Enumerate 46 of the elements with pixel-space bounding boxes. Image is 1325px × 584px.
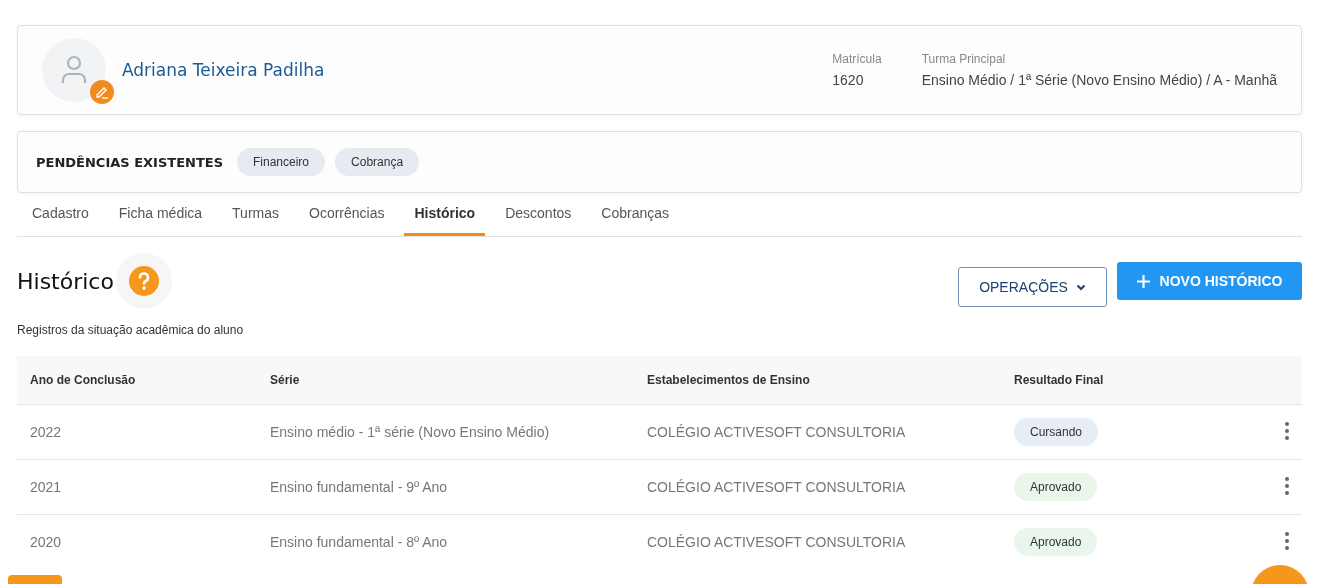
school-cell: COLÉGIO ACTIVESOFT CONSULTORIA [634,514,1001,569]
chevron-down-icon [1075,283,1086,291]
grade-cell: Ensino fundamental - 9º Ano [257,459,634,515]
section-subtitle: Registros da situação acadêmica do aluno [17,323,245,337]
kebab-icon [1285,421,1289,440]
edit-photo-button[interactable] [90,80,114,104]
result-badge: Cursando [1014,418,1099,446]
field-value: Ensino Médio / 1ª Série (Novo Ensino Médio) / A - Manhã [921,72,1277,88]
student-name: Adriana Teixeira Padilha [122,60,326,80]
tab[interactable]: Histórico [404,193,486,236]
tab[interactable]: Cadastro [22,193,99,236]
tab[interactable]: Ficha médica [108,193,213,236]
operations-button[interactable]: OPERAÇÕES [958,267,1107,307]
year-cell: 2022 [17,404,257,460]
tab[interactable]: Cobranças [591,193,680,236]
column-header: Estabelecimentos de Ensino [634,356,1001,405]
pencil-icon [95,85,109,99]
more-options-button[interactable] [1285,476,1289,498]
field-value: 1620 [832,72,865,88]
user-icon [60,55,88,85]
plus-icon [1136,274,1150,288]
field-label: Matrícula [832,52,882,66]
school-cell: COLÉGIO ACTIVESOFT CONSULTORIA [634,459,1001,515]
school-cell: COLÉGIO ACTIVESOFT CONSULTORIA [634,404,1001,460]
pending-tag: Cobrança [335,148,420,176]
field-label: Turma Principal [921,52,1007,66]
year-cell: 2021 [17,459,257,515]
section-title: Histórico [17,268,114,294]
pending-tag: Financeiro [237,148,326,176]
more-options-button[interactable] [1285,421,1289,443]
kebab-icon [1285,531,1289,550]
kebab-icon [1285,476,1289,495]
column-header: Ano de Conclusão [17,356,257,405]
column-header: Série [257,356,634,405]
column-header: Resultado Final [1001,356,1246,405]
result-badge: Aprovado [1014,528,1098,556]
pending-title: PENDÊNCIAS EXISTENTES [36,154,223,170]
tab[interactable]: Descontos [495,193,582,236]
tab[interactable]: Turmas [222,193,289,236]
year-cell: 2020 [17,514,257,569]
result-badge: Aprovado [1014,473,1098,501]
more-options-button[interactable] [1285,531,1289,553]
help-icon[interactable] [128,266,159,296]
grade-cell: Ensino médio - 1ª série (Novo Ensino Médio) [257,404,634,460]
tab[interactable]: Ocorrências [299,193,395,236]
grade-cell: Ensino fundamental - 8º Ano [257,514,634,569]
